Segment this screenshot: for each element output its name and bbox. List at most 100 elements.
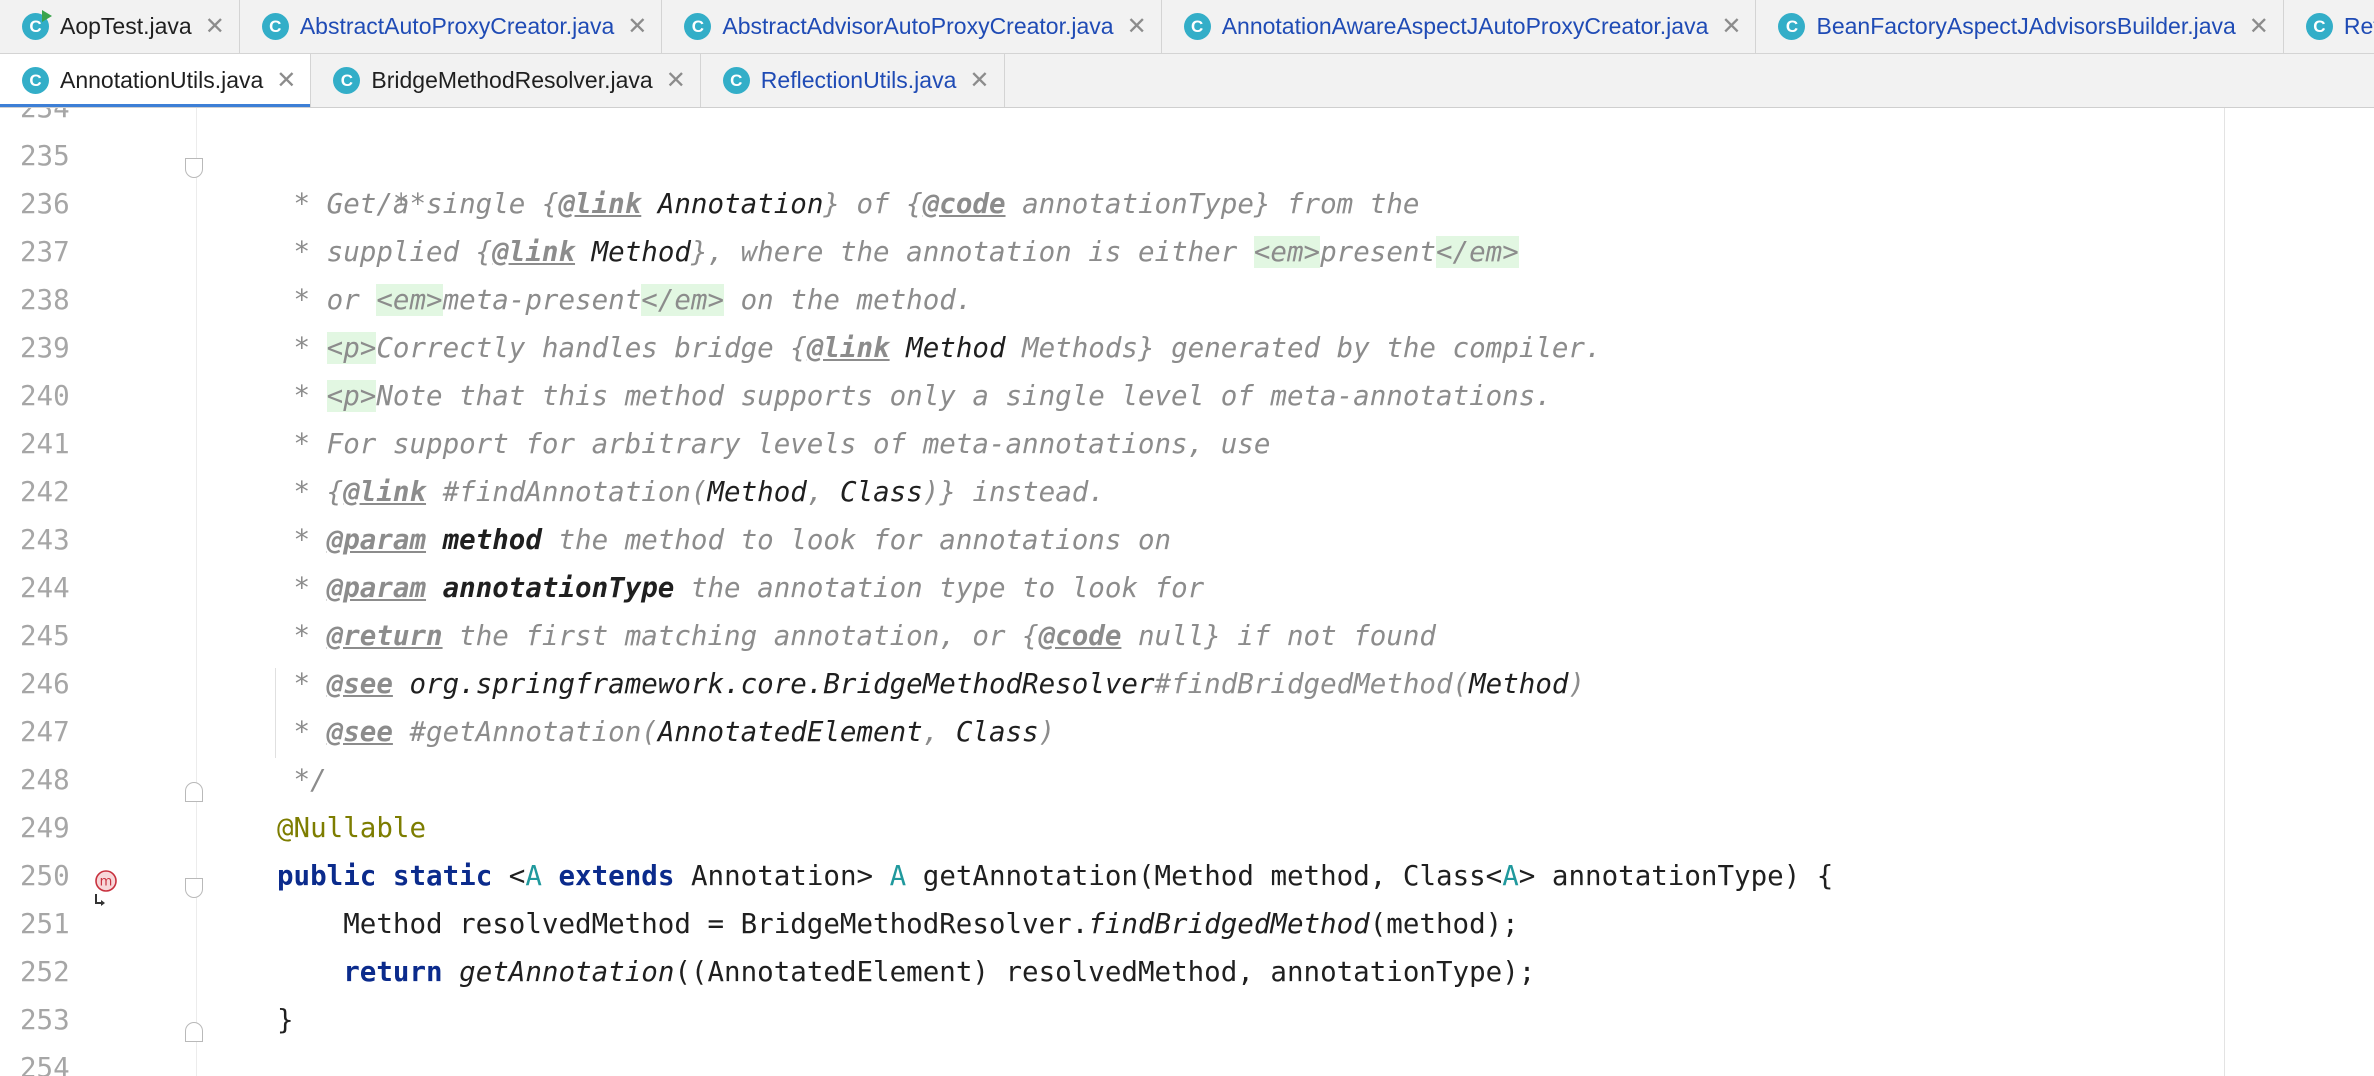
tab-label: ReflectionUtils.java: [760, 67, 957, 93]
tab-label: AbstractAutoProxyCreator.java: [299, 13, 615, 39]
tab-abstractadvisorautoproxycreator[interactable]: C AbstractAdvisorAutoProxyCreator.java ✕: [662, 0, 1162, 53]
line-number: 249: [20, 812, 70, 844]
code-line-245: * @return the first matching annotation,…: [277, 612, 1436, 660]
line-number: 246: [20, 668, 70, 700]
tab-label: AnnotationUtils.java: [60, 67, 264, 93]
code-token: org.springframework.core.BridgeMethodRes…: [409, 668, 1155, 700]
close-icon[interactable]: ✕: [969, 68, 989, 93]
line-number: 237: [20, 236, 70, 268]
tab-abstractautoproxycreator[interactable]: C AbstractAutoProxyCreator.java ✕: [240, 0, 663, 53]
code-token: @link: [806, 332, 890, 364]
line-number: 252: [20, 956, 70, 988]
code-editor[interactable]: 234 235 236 237 238 239 240 241 242 243 …: [0, 108, 2374, 1076]
code-token: annotationType: [442, 572, 675, 604]
code-token: @return: [326, 620, 443, 652]
close-icon[interactable]: ✕: [1127, 14, 1147, 39]
close-icon[interactable]: ✕: [2249, 14, 2269, 39]
code-area[interactable]: /** * Get a single {@link Annotation} of…: [197, 108, 2374, 1076]
code-token: *: [277, 380, 327, 412]
code-line-239: * <p>Correctly handles bridge {@link Met…: [277, 324, 1602, 372]
code-token: }, where the annotation is either: [690, 236, 1254, 268]
code-token: @code: [1038, 620, 1122, 652]
class-icon: C: [261, 13, 289, 40]
tab-label: AopTest.java: [60, 13, 192, 39]
editor-gutter[interactable]: 234 235 236 237 238 239 240 241 242 243 …: [0, 108, 203, 1076]
code-line-247: * @see #getAnnotation(AnnotatedElement, …: [277, 708, 1056, 756]
code-line-249: @Nullable: [277, 804, 426, 852]
tab-aoptest[interactable]: C AopTest.java ✕: [0, 0, 240, 53]
code-line-243: * @param method the method to look for a…: [277, 516, 1172, 564]
line-number: 239: [20, 332, 70, 364]
code-token: present: [1320, 236, 1436, 268]
close-icon[interactable]: ✕: [205, 14, 225, 39]
code-token: getAnnotation: [459, 956, 675, 988]
code-token: *: [277, 332, 327, 364]
code-token: Correctly handles bridge {: [376, 332, 807, 364]
tab-annotationutils[interactable]: C AnnotationUtils.java ✕: [0, 54, 312, 107]
tab-annotationawareaspectjautoproxycreator[interactable]: C AnnotationAwareAspectJAutoProxyCreator…: [1162, 0, 1757, 53]
code-token: static: [392, 860, 493, 892]
code-token: ((AnnotatedElement) resolvedMethod, anno…: [674, 956, 1536, 988]
code-token: Method: [575, 236, 691, 268]
code-token: the first matching annotation, or {: [442, 620, 1039, 652]
tab-bridgemethodresolver[interactable]: C BridgeMethodResolver.java ✕: [311, 54, 701, 107]
tab-label: AnnotationAwareAspectJAutoProxyCreator.j…: [1221, 13, 1709, 39]
code-token: * {: [277, 476, 344, 508]
code-token: @param: [326, 524, 427, 556]
code-line-241: * For support for arbitrary levels of me…: [277, 420, 1271, 468]
line-number: 238: [20, 284, 70, 316]
editor-tab-bar-row-1: C AopTest.java ✕ C AbstractAutoProxyCrea…: [0, 0, 2374, 54]
line-number: 244: [20, 572, 70, 604]
code-token: *: [277, 572, 327, 604]
close-icon[interactable]: ✕: [1721, 14, 1741, 39]
override-letter: m: [100, 875, 113, 890]
line-number: 235: [20, 140, 70, 172]
code-line-240: * <p>Note that this method supports only…: [277, 372, 1552, 420]
code-token: method: [442, 524, 542, 556]
code-token: * supplied {: [277, 236, 493, 268]
code-line-253: }: [277, 996, 294, 1044]
method-override-icon[interactable]: m: [93, 870, 119, 906]
code-token: Method resolvedMethod = BridgeMethodReso…: [277, 908, 1089, 940]
code-token: *: [277, 668, 327, 700]
line-number: 243: [20, 524, 70, 556]
tab-beanfactoryaspectjadvisorsbuilder[interactable]: C BeanFactoryAspectJAdvisorsBuilder.java…: [1756, 0, 2284, 53]
code-line-248: */: [277, 756, 327, 804]
class-runnable-icon: C: [22, 10, 52, 40]
close-icon[interactable]: ✕: [276, 68, 296, 93]
code-token: @link: [558, 188, 642, 220]
code-token: */: [277, 764, 327, 796]
tab-reflective[interactable]: C Reflective: [2284, 0, 2374, 53]
code-token: #findAnnotation(: [426, 476, 708, 508]
code-line-252: return getAnnotation((AnnotatedElement) …: [277, 948, 1535, 996]
code-line-237: * supplied {@link Method}, where the ann…: [277, 228, 1519, 276]
tab-label: BeanFactoryAspectJAdvisorsBuilder.java: [1816, 13, 2236, 39]
close-icon[interactable]: ✕: [627, 14, 647, 39]
code-token: @see: [326, 716, 393, 748]
tab-reflectionutils[interactable]: C ReflectionUtils.java ✕: [701, 54, 1005, 107]
code-token: *: [277, 620, 327, 652]
code-token: Method: [889, 332, 1006, 364]
line-number: 234: [20, 108, 70, 124]
close-icon[interactable]: ✕: [666, 68, 686, 93]
line-number: 248: [20, 764, 70, 796]
code-token: ): [1568, 668, 1585, 700]
code-token: Annotation: [641, 188, 824, 220]
class-icon: C: [684, 13, 712, 40]
code-token: A: [889, 860, 907, 892]
code-token: Methods} generated by the compiler.: [1005, 332, 1602, 364]
code-token: <: [492, 860, 526, 892]
code-token: } of {: [823, 188, 923, 220]
code-token: ,: [806, 476, 840, 508]
code-token: Method: [707, 476, 807, 508]
tab-label: Reflective: [2343, 13, 2374, 39]
code-token: annotationType} from the: [1005, 188, 1420, 220]
code-token: return: [343, 956, 443, 988]
line-number: 240: [20, 380, 70, 412]
code-token: @link: [492, 236, 576, 268]
